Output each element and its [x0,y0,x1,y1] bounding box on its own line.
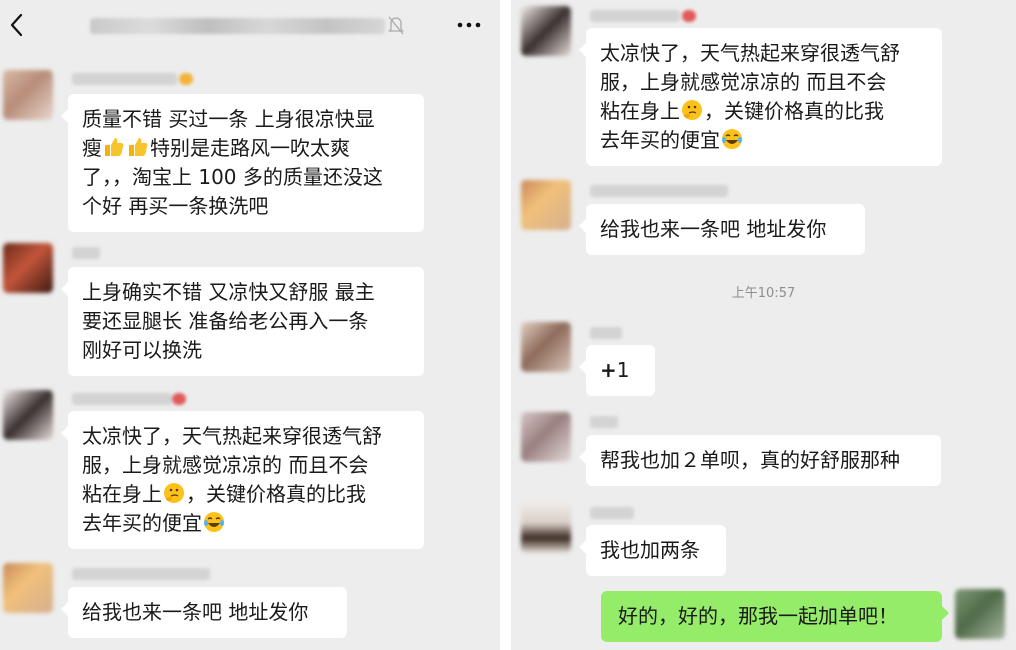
nickname-redacted [72,393,172,405]
chevron-left-icon[interactable] [6,10,28,40]
thinking-face-emoji [682,100,702,120]
message-bubble[interactable]: 上身确实不错 又凉快又舒服 最主 要还显腿长 准备给老公再入一条 刚好可以换洗 [61,267,424,376]
avatar[interactable] [521,180,571,230]
chat-header [0,0,500,50]
message-bubble[interactable]: 太凉快了，天气热起来穿很透气舒 服，上身就感觉凉凉的 而且不会 粘在身上 ，关键价… [579,28,942,166]
thinking-face-emoji [164,483,184,503]
nickname-redacted [590,185,728,197]
my-message-bubble[interactable]: 好的，好的，那我一起加单吧！ [601,591,949,642]
nickname-redacted [72,247,100,259]
message-text: 好的，好的，那我一起加单吧！ [618,604,898,628]
avatar[interactable] [3,390,53,440]
message-text: 我也加两条 [600,538,700,562]
message-text: 1 [616,358,630,382]
right-chat-screenshot: 太凉快了，天气热起来穿很透气舒 服，上身就感觉凉凉的 而且不会 粘在身上 ，关键价… [511,0,1016,650]
avatar[interactable] [521,322,571,372]
nickname-redacted [72,73,177,85]
message-bubble[interactable]: 太凉快了，天气热起来穿很透气舒 服，上身就感觉凉凉的 而且不会 粘在身上 ，关键价… [61,411,424,549]
nickname-redacted [590,507,634,519]
nickname-redacted [590,416,618,428]
message-text: 上身确实不错 又凉快又舒服 最主 要还显腿长 准备给老公再入一条 刚好可以换洗 [82,280,375,362]
message-bubble[interactable]: 质量不错 买过一条 上身很凉快显 瘦特别是走路风一吹太爽 了，，淘宝上 100 … [61,94,424,232]
nickname-redacted [72,568,210,580]
tears-of-joy-emoji [722,129,742,149]
message-bubble[interactable]: 给我也来一条吧 地址发你 [579,204,865,255]
plus-glyph: + [600,358,617,382]
avatar[interactable] [3,243,53,293]
nickname-emoji [172,393,186,405]
message-bubble[interactable]: 我也加两条 [579,525,726,576]
avatar[interactable] [521,412,571,462]
message-timestamp: 上午10:57 [731,286,796,301]
thumbs-up-emoji [105,138,124,156]
thumbs-up-emoji [129,138,148,156]
avatar[interactable] [3,563,53,613]
tears-of-joy-emoji [204,512,224,532]
chat-title-redacted [90,18,385,34]
avatar[interactable] [3,70,53,120]
bell-off-icon [388,16,404,35]
nickname-emoji [179,73,193,85]
message-bubble[interactable]: 帮我也加２单呗，真的好舒服那种 [579,435,941,486]
my-avatar[interactable] [955,589,1005,639]
message-text: 给我也来一条吧 地址发你 [600,217,827,241]
nickname-redacted [590,327,622,339]
message-text: 帮我也加２单呗，真的好舒服那种 [600,448,900,472]
message-text: 给我也来一条吧 地址发你 [82,600,309,624]
message-bubble[interactable]: 给我也来一条吧 地址发你 [61,587,347,638]
nickname-emoji [682,10,696,22]
more-horizontal-icon[interactable] [455,15,483,35]
avatar[interactable] [521,503,571,553]
nickname-redacted [590,10,680,22]
left-chat-screenshot: 质量不错 买过一条 上身很凉快显 瘦特别是走路风一吹太爽 了，，淘宝上 100 … [0,0,500,650]
avatar[interactable] [521,6,571,56]
message-bubble[interactable]: +1 [579,345,655,396]
